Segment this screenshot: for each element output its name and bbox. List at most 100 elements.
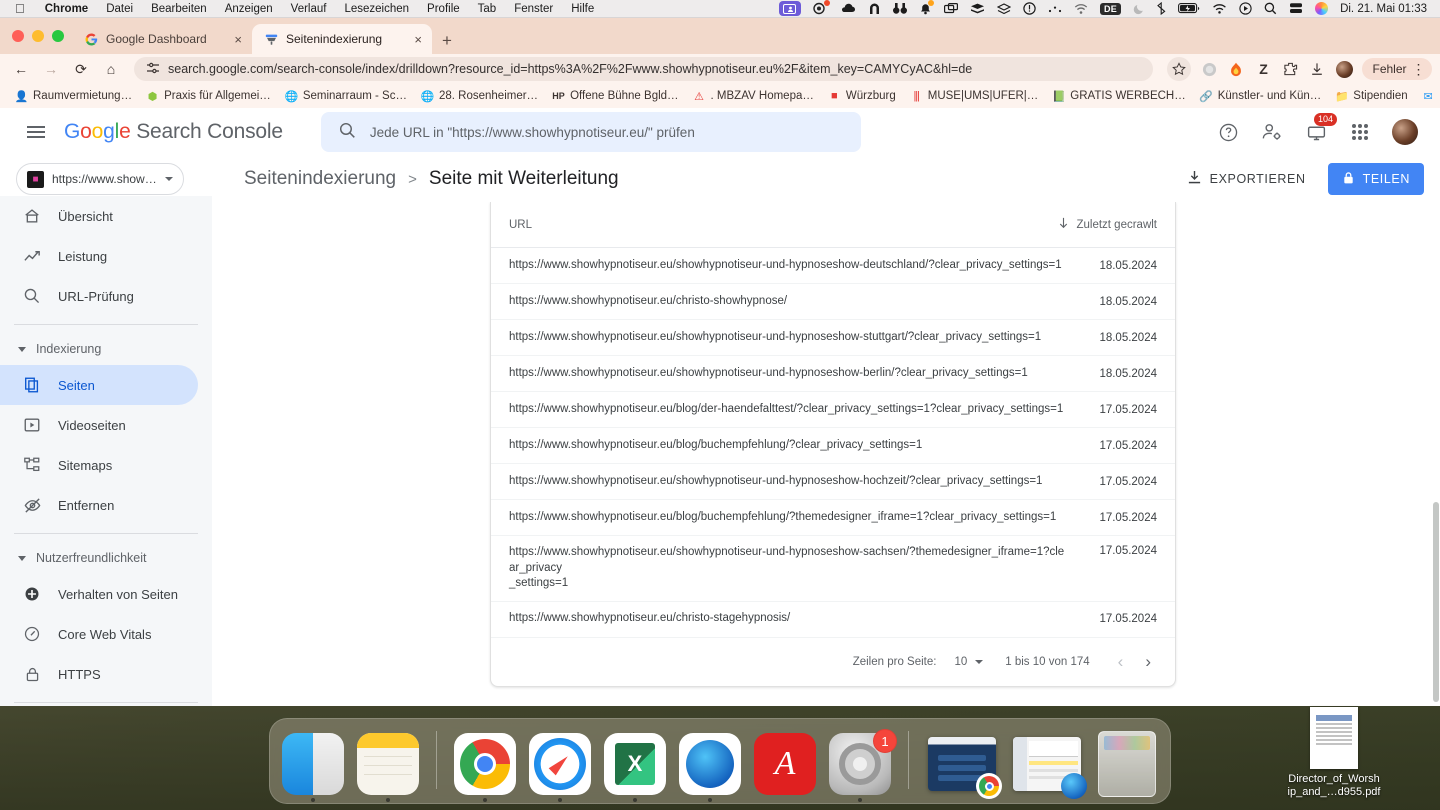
sidebar-item-leistung[interactable]: Leistung xyxy=(0,236,198,276)
table-row[interactable]: https://www.showhypnotiseur.eu/christo-s… xyxy=(491,284,1175,320)
row-url[interactable]: https://www.showhypnotiseur.eu/blog/buch… xyxy=(509,510,1087,526)
dock-item-safari[interactable] xyxy=(529,733,591,802)
dock-item-system-preferences[interactable]: 1 xyxy=(829,729,897,802)
menu-datei[interactable]: Datei xyxy=(97,3,142,15)
desktop-file-pdf[interactable]: Director_of_Worsh ip_and_…d955.pdf xyxy=(1284,706,1384,801)
menu-hamburger-icon[interactable] xyxy=(16,112,56,152)
bookmark-item[interactable]: 📗 GRATIS WERBECH… xyxy=(1045,88,1192,105)
bookmark-item[interactable]: 🔗 Künstler- und Kün… xyxy=(1193,88,1329,105)
layers-icon[interactable] xyxy=(996,1,1011,17)
menu-fenster[interactable]: Fenster xyxy=(505,3,562,15)
help-icon[interactable] xyxy=(1216,120,1240,144)
property-selector[interactable]: ■ https://www.showh… xyxy=(16,163,184,195)
dock-item-thunderbird[interactable] xyxy=(679,733,741,802)
row-url[interactable]: https://www.showhypnotiseur.eu/showhypno… xyxy=(509,366,1087,382)
dock-item-minimized-chrome[interactable] xyxy=(926,733,1002,799)
row-url[interactable]: https://www.showhypnotiseur.eu/christo-s… xyxy=(509,611,1087,627)
binoculars-icon[interactable] xyxy=(892,1,907,17)
sidebar-item-entfernen[interactable]: Entfernen xyxy=(0,485,198,525)
menu-chrome[interactable]: Chrome xyxy=(36,3,97,15)
extension-flame-icon[interactable] xyxy=(1227,60,1245,78)
alert-circle-icon[interactable] xyxy=(1023,1,1036,17)
profile-avatar[interactable] xyxy=(1335,60,1353,78)
sidebar-item-sitemaps[interactable]: Sitemaps xyxy=(0,445,198,485)
error-indicator[interactable]: Fehler ⋮ xyxy=(1362,58,1432,80)
user-avatar[interactable] xyxy=(1392,119,1418,145)
control-center-icon[interactable] xyxy=(1239,1,1252,17)
export-button[interactable]: EXPORTIEREN xyxy=(1179,164,1314,194)
dock-item-finder[interactable] xyxy=(282,733,344,802)
extensions-puzzle-icon[interactable] xyxy=(1281,60,1299,78)
sidebar-item-core-web-vitals[interactable]: Core Web Vitals xyxy=(0,614,198,654)
bookmark-item[interactable]: ✉LP VOFI-Konzept xyxy=(1415,88,1440,105)
cloud-icon[interactable] xyxy=(840,1,856,17)
table-row[interactable]: https://www.showhypnotiseur.eu/showhypno… xyxy=(491,464,1175,500)
download-icon[interactable] xyxy=(1308,60,1326,78)
sidebar-item-verhalten-von-seiten[interactable]: Verhalten von Seiten xyxy=(0,574,198,614)
breadcrumb-parent[interactable]: Seitenindexierung xyxy=(244,168,396,190)
window-controls[interactable] xyxy=(12,30,64,42)
apps-grid-icon[interactable] xyxy=(1348,120,1372,144)
sidebar-group-nutzerfreundlichkeit[interactable]: Nutzerfreundlichkeit xyxy=(0,542,212,574)
bookmark-item[interactable]: 👤 Raumvermietung… xyxy=(8,88,139,105)
row-url[interactable]: https://www.showhypnotiseur.eu/blog/der-… xyxy=(509,402,1087,418)
reload-button[interactable]: ⟳ xyxy=(68,57,94,81)
close-tab-button[interactable]: × xyxy=(232,31,244,48)
magnet-icon[interactable] xyxy=(868,1,881,17)
hardware-icon[interactable] xyxy=(1289,1,1303,17)
notifications-icon[interactable]: 104 xyxy=(1304,113,1337,144)
menu-hilfe[interactable]: Hilfe xyxy=(562,3,603,15)
bell-icon[interactable] xyxy=(919,0,934,17)
chrome-menu-icon[interactable]: ⋮ xyxy=(1412,62,1426,76)
bookmark-item[interactable]: ⚠ . MBZAV Homepa… xyxy=(686,88,821,105)
battery-icon[interactable] xyxy=(1178,1,1200,17)
record-icon[interactable] xyxy=(813,0,830,17)
bookmark-item[interactable]: 🌐 28. Rosenheimer… xyxy=(414,88,545,105)
dock-item-acrobat[interactable]: A xyxy=(754,733,816,795)
column-header-last-crawled[interactable]: Zuletzt gecrawlt xyxy=(1058,217,1157,232)
table-row[interactable]: https://www.showhypnotiseur.eu/showhypno… xyxy=(491,536,1175,602)
url-inspect-search-input[interactable]: Jede URL in "https://www.showhypnotiseur… xyxy=(320,112,861,152)
share-button[interactable]: TEILEN xyxy=(1327,163,1424,195)
menu-anzeigen[interactable]: Anzeigen xyxy=(216,3,282,15)
sidebar-item-seiten[interactable]: Seiten xyxy=(0,365,198,405)
table-row[interactable]: https://www.showhypnotiseur.eu/showhypno… xyxy=(491,356,1175,392)
address-bar[interactable]: search.google.com/search-console/index/d… xyxy=(134,57,1154,81)
wifi-scan-icon[interactable] xyxy=(1074,1,1088,17)
apple-menu-icon[interactable]:  xyxy=(15,2,25,15)
menubar-clock[interactable]: Di. 21. Mai 01:33 xyxy=(1340,3,1427,15)
row-url[interactable]: https://www.showhypnotiseur.eu/christo-s… xyxy=(509,294,1087,310)
table-row[interactable]: https://www.showhypnotiseur.eu/blog/buch… xyxy=(491,428,1175,464)
bluetooth-icon[interactable] xyxy=(1157,1,1166,17)
bookmark-item[interactable]: ■ Würzburg xyxy=(821,88,903,105)
menu-lesezeichen[interactable]: Lesezeichen xyxy=(335,3,418,15)
gsc-brand[interactable]: Google Search Console xyxy=(64,120,283,144)
sidebar-group-indexierung[interactable]: Indexierung xyxy=(0,333,212,365)
dock-item-excel[interactable]: X xyxy=(604,733,666,802)
column-header-url[interactable]: URL xyxy=(509,219,1058,231)
table-row[interactable]: https://www.showhypnotiseur.eu/blog/der-… xyxy=(491,392,1175,428)
dock-item-chrome[interactable] xyxy=(454,733,516,802)
previous-page-button[interactable]: ‹ xyxy=(1112,652,1130,672)
maximize-window-button[interactable] xyxy=(52,30,64,42)
sidebar-item-videoseiten[interactable]: Videoseiten xyxy=(0,405,198,445)
new-tab-button[interactable]: + xyxy=(442,32,452,49)
do-not-disturb-icon[interactable] xyxy=(1133,1,1145,17)
row-url[interactable]: https://www.showhypnotiseur.eu/showhypno… xyxy=(509,545,1087,592)
table-row[interactable]: https://www.showhypnotiseur.eu/blog/buch… xyxy=(491,500,1175,536)
menu-bearbeiten[interactable]: Bearbeiten xyxy=(142,3,216,15)
table-row[interactable]: https://www.showhypnotiseur.eu/christo-s… xyxy=(491,602,1175,638)
page-scrollbar[interactable] xyxy=(1433,502,1439,702)
dock-item-notes[interactable] xyxy=(357,733,419,802)
row-url[interactable]: https://www.showhypnotiseur.eu/showhypno… xyxy=(509,258,1087,274)
table-row[interactable]: https://www.showhypnotiseur.eu/showhypno… xyxy=(491,320,1175,356)
home-button[interactable]: ⌂ xyxy=(98,57,124,81)
screen-sharing-icon[interactable] xyxy=(778,1,801,16)
minimize-window-button[interactable] xyxy=(32,30,44,42)
rows-per-page-control[interactable]: Zeilen pro Seite: 10 xyxy=(853,656,984,668)
menu-profile[interactable]: Profile xyxy=(418,3,469,15)
back-button[interactable]: ← xyxy=(8,57,34,81)
wifi-icon[interactable] xyxy=(1212,1,1227,17)
row-url[interactable]: https://www.showhypnotiseur.eu/blog/buch… xyxy=(509,438,1087,454)
menu-verlauf[interactable]: Verlauf xyxy=(282,3,336,15)
